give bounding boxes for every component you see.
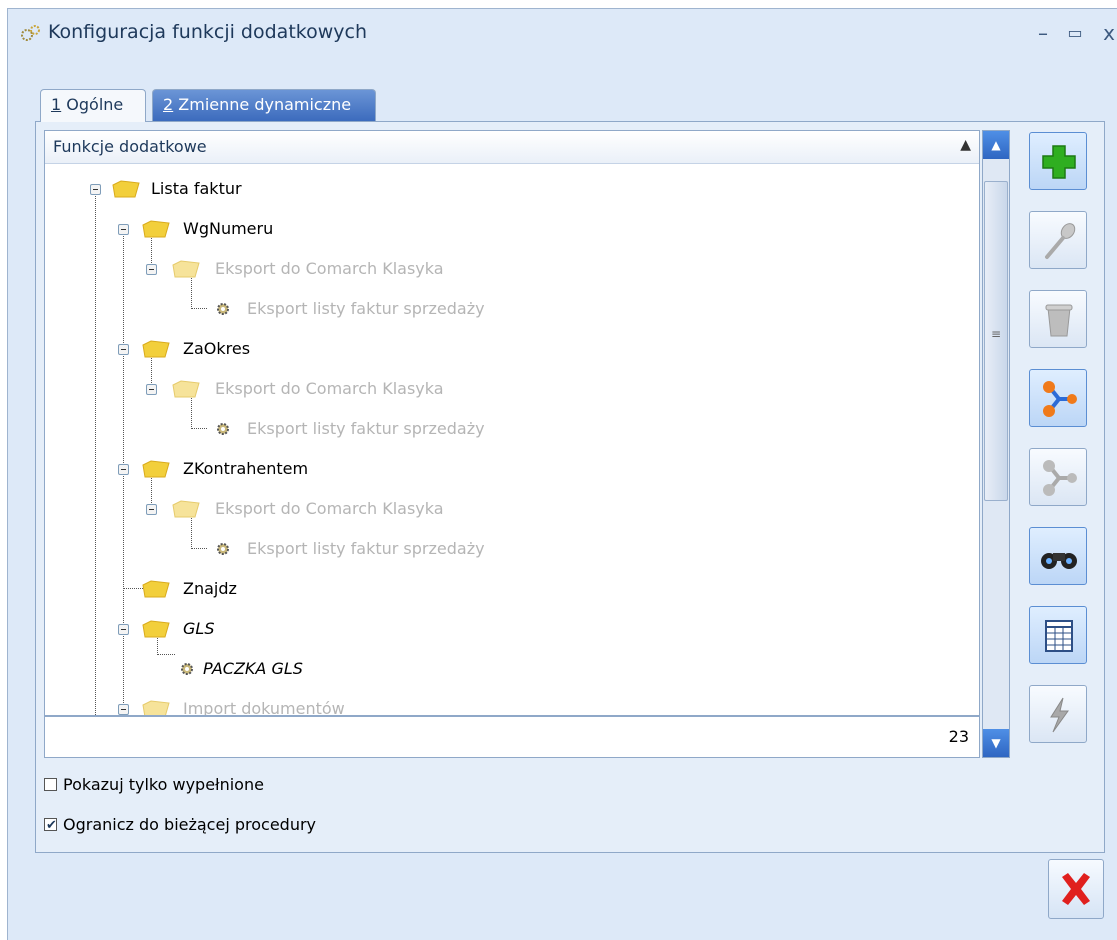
collapse-toggle[interactable] (146, 384, 157, 395)
tree-node-paczka-gls[interactable]: PACZKA GLS (45, 656, 945, 682)
folder-icon (142, 620, 170, 638)
folder-icon (142, 580, 170, 598)
column-header-label: Funkcje dodatkowe (53, 137, 207, 156)
tree-node-gls[interactable]: GLS (45, 616, 945, 642)
scroll-up-button[interactable]: ▲ (983, 131, 1009, 159)
delete-icon (1045, 304, 1073, 337)
tree-footer: 23 (45, 715, 979, 757)
tree-node-eksport-listy[interactable]: Eksport listy faktur sprzedaży (45, 536, 945, 562)
tree-node-import-dokumentow[interactable]: Import dokumentów (45, 696, 945, 715)
detach-icon (1043, 460, 1077, 496)
collapse-toggle[interactable] (146, 264, 157, 275)
add-icon (1042, 145, 1076, 179)
sort-ascending-icon: ▲ (960, 137, 971, 153)
collapse-toggle[interactable] (90, 184, 101, 195)
tree-node-eksport-klasyka[interactable]: Eksport do Comarch Klasyka (45, 496, 945, 522)
collapse-toggle[interactable] (118, 224, 129, 235)
collapse-toggle[interactable] (146, 504, 157, 515)
functions-tree[interactable]: Funkcje dodatkowe ▲ Lista faktur WgNumer… (44, 130, 980, 758)
folder-icon (172, 380, 200, 398)
delete-button[interactable] (1029, 290, 1087, 348)
columns-icon (1045, 620, 1073, 652)
folder-icon (142, 700, 170, 715)
tree-scrollbar[interactable]: ▲ ≡ ▼ (982, 130, 1010, 758)
lightning-icon (1050, 697, 1069, 733)
checkbox-box[interactable]: ✔ (44, 818, 57, 833)
attach-button[interactable] (1029, 369, 1087, 427)
tab-panel: Funkcje dodatkowe ▲ Lista faktur WgNumer… (35, 121, 1105, 853)
edit-icon (1045, 223, 1076, 259)
folder-icon (142, 220, 170, 238)
folder-icon (172, 500, 200, 518)
tree-node-lista-faktur[interactable]: Lista faktur (45, 176, 945, 202)
folder-icon (112, 180, 140, 198)
run-button[interactable] (1029, 685, 1087, 743)
dialog-window: Konfiguracja funkcji dodatkowych – ▭ x 1… (7, 8, 1117, 940)
function-gear-icon (217, 543, 229, 555)
folder-icon (142, 340, 170, 358)
function-gear-icon (217, 303, 229, 315)
collapse-toggle[interactable] (118, 464, 129, 475)
tree-node-znajdz[interactable]: Znajdz (45, 576, 945, 602)
tab-dynamic-variables[interactable]: 2 Zmienne dynamiczne (152, 89, 376, 121)
folder-icon (142, 460, 170, 478)
tree-column-header[interactable]: Funkcje dodatkowe ▲ (45, 131, 979, 164)
function-gear-icon (181, 663, 193, 675)
window-title: Konfiguracja funkcji dodatkowych (48, 21, 367, 43)
tree-body: Lista faktur WgNumeru Eksport do Comarch… (45, 163, 979, 715)
function-gear-icon (217, 423, 229, 435)
attach-icon (1043, 381, 1077, 417)
tree-node-eksport-listy[interactable]: Eksport listy faktur sprzedaży (45, 416, 945, 442)
record-count: 23 (948, 727, 969, 746)
close-x-icon (1062, 873, 1090, 905)
tree-node-eksport-klasyka[interactable]: Eksport do Comarch Klasyka (45, 256, 945, 282)
checkbox-box[interactable] (44, 778, 57, 791)
collapse-toggle[interactable] (118, 344, 129, 355)
binoculars-icon (1041, 553, 1077, 569)
detach-button[interactable] (1029, 448, 1087, 506)
minimize-button[interactable]: – (1028, 19, 1058, 47)
scroll-thumb[interactable]: ≡ (984, 181, 1008, 501)
tree-node-eksport-klasyka[interactable]: Eksport do Comarch Klasyka (45, 376, 945, 402)
columns-button[interactable] (1029, 606, 1087, 664)
add-button[interactable] (1029, 132, 1087, 190)
checkmark-icon: ✔ (46, 818, 57, 833)
tree-node-wgnumeru[interactable]: WgNumeru (45, 216, 945, 242)
collapse-toggle[interactable] (118, 704, 129, 715)
scroll-down-button[interactable]: ▼ (983, 729, 1009, 757)
tree-node-zkontrahentem[interactable]: ZKontrahentem (45, 456, 945, 482)
collapse-toggle[interactable] (118, 624, 129, 635)
folder-icon (172, 260, 200, 278)
tree-node-eksport-listy[interactable]: Eksport listy faktur sprzedaży (45, 296, 945, 322)
edit-button[interactable] (1029, 211, 1087, 269)
maximize-button[interactable]: ▭ (1060, 19, 1090, 47)
tab-general[interactable]: 1 Ogólne (40, 89, 146, 122)
close-window-button[interactable]: x (1094, 19, 1117, 47)
title-bar: Konfiguracja funkcji dodatkowych – ▭ x (8, 9, 1117, 59)
search-button[interactable] (1029, 527, 1087, 585)
tree-node-zaokres[interactable]: ZaOkres (45, 336, 945, 362)
gears-icon (21, 25, 40, 41)
close-dialog-button[interactable] (1048, 859, 1104, 919)
